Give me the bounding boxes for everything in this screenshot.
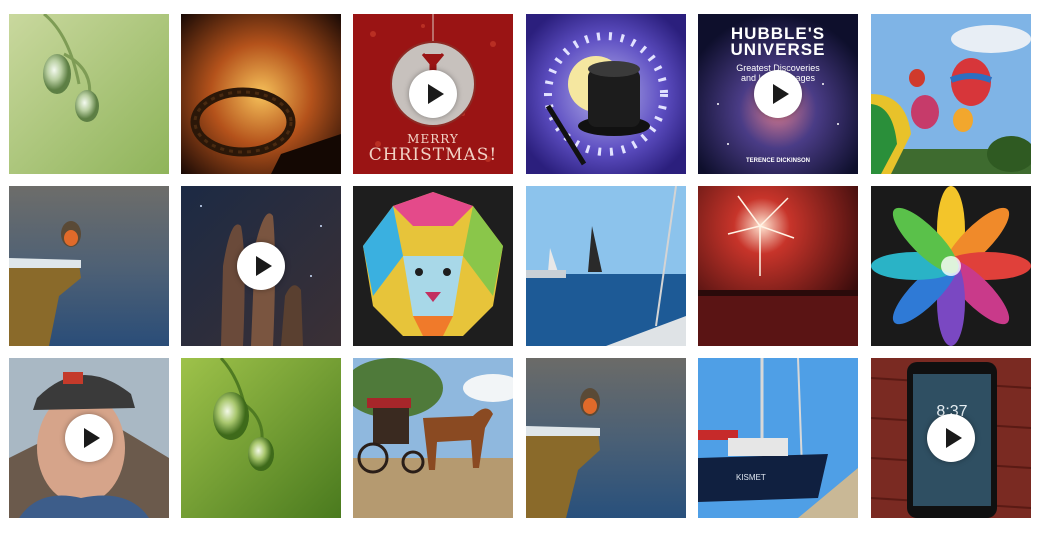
gallery-tile-horse-carriage[interactable] <box>353 358 513 518</box>
boat-name-label: KISMET <box>736 473 766 482</box>
hubble-author: TERENCE DICKINSON <box>745 158 810 164</box>
gallery-tile-pillars-of-creation[interactable] <box>181 186 341 346</box>
play-icon <box>84 428 100 448</box>
gallery-tile-polygon-lion[interactable] <box>353 186 513 346</box>
play-button[interactable] <box>409 70 457 118</box>
gallery-tile-fireworks[interactable] <box>698 186 858 346</box>
christmas-card-text: MERRY CHRISTMAS! <box>353 132 513 164</box>
gallery-tile-sailboat-kismet[interactable]: KISMET <box>698 358 858 518</box>
gallery-tile-robin-on-rock[interactable] <box>9 186 169 346</box>
fireworks-image <box>698 186 858 346</box>
gallery-tile-water-drops[interactable] <box>9 14 169 174</box>
gallery-tile-rainbow-flower[interactable] <box>871 186 1031 346</box>
balloons-image <box>871 14 1031 174</box>
sailboat-kismet-image: KISMET <box>698 358 858 518</box>
gallery-tile-man-with-cap[interactable] <box>9 358 169 518</box>
lion-art-image <box>353 186 513 346</box>
play-button[interactable] <box>237 242 285 290</box>
gallery-tile-smartphone[interactable]: 8:37 <box>871 358 1031 518</box>
gallery-tile-robin-on-rock-2[interactable] <box>526 358 686 518</box>
christmas-line1: MERRY <box>407 132 459 146</box>
play-button[interactable] <box>754 70 802 118</box>
robin-image <box>9 186 169 346</box>
rainbow-flower-image <box>871 186 1031 346</box>
water-drops-image <box>9 14 169 174</box>
play-icon <box>428 84 444 104</box>
play-icon <box>773 84 789 104</box>
play-icon <box>946 428 962 448</box>
christmas-line2: CHRISTMAS! <box>368 145 498 165</box>
horse-carriage-image <box>353 358 513 518</box>
play-button[interactable] <box>927 414 975 462</box>
play-button[interactable] <box>65 414 113 462</box>
sailboats-image <box>526 186 686 346</box>
gallery-tile-hot-air-balloons[interactable] <box>871 14 1031 174</box>
gallery-tile-merry-christmas[interactable]: MERRY CHRISTMAS! <box>353 14 513 174</box>
magic-hat-image <box>526 14 686 174</box>
play-icon <box>256 256 272 276</box>
water-drops-image-2 <box>181 358 341 518</box>
hubble-title-line2: UNIVERSE <box>730 40 826 59</box>
gallery-tile-hubbles-universe[interactable]: HUBBLE'S UNIVERSE Greatest Discoveries a… <box>698 14 858 174</box>
crown-of-thorns-image <box>181 14 341 174</box>
robin-image-2 <box>526 358 686 518</box>
gallery-tile-magic-hat[interactable] <box>526 14 686 174</box>
gallery-tile-water-drops-2[interactable] <box>181 358 341 518</box>
gallery-tile-sailboats[interactable] <box>526 186 686 346</box>
media-gallery-grid: MERRY CHRISTMAS! HUBBLE'S UNIVERSE Great… <box>9 14 1039 518</box>
hubble-title: HUBBLE'S UNIVERSE <box>698 25 858 59</box>
gallery-tile-crown-of-thorns[interactable] <box>181 14 341 174</box>
